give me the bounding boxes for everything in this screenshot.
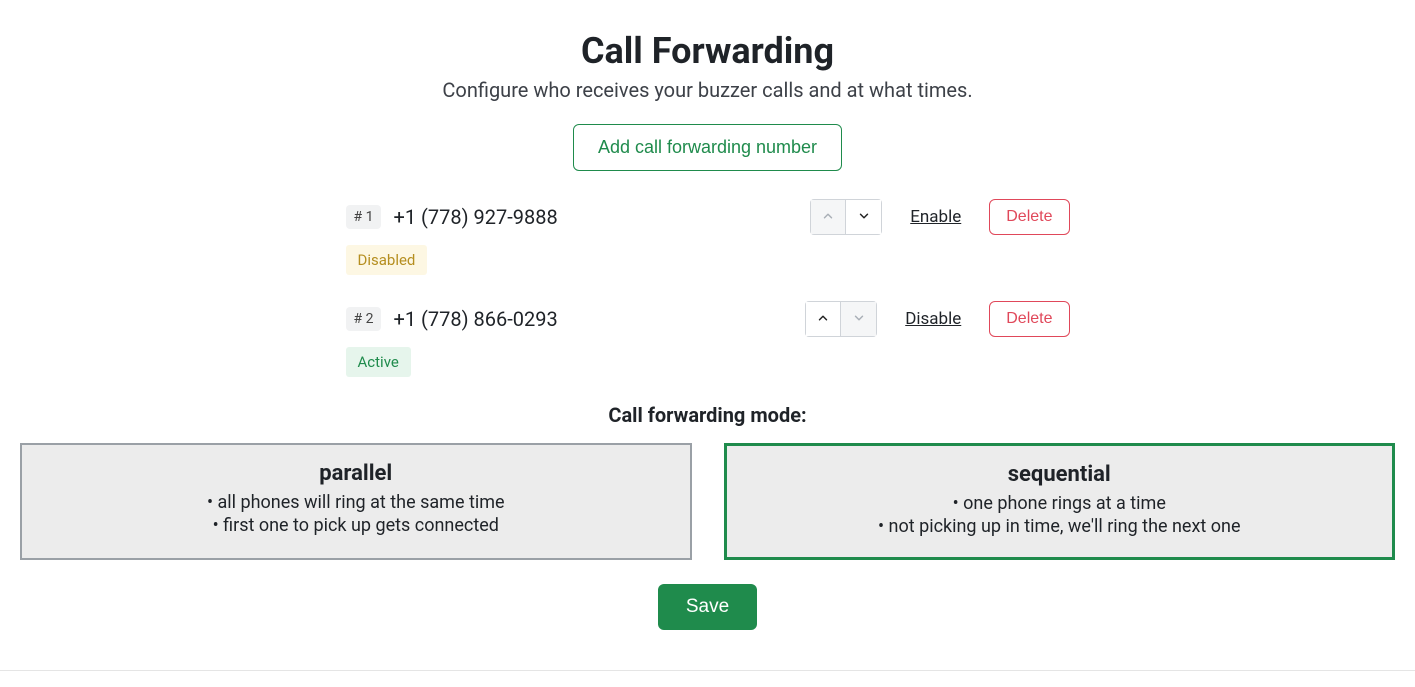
- order-badge: # 1: [346, 205, 382, 229]
- mode-line: • first one to pick up gets connected: [42, 515, 670, 536]
- mode-line: • all phones will ring at the same time: [42, 492, 670, 513]
- mode-line: • one phone rings at a time: [747, 493, 1373, 514]
- move-up-button[interactable]: [805, 301, 841, 337]
- phone-number: +1 (778) 866-0293: [393, 307, 557, 331]
- mode-options: parallel • all phones will ring at the s…: [10, 443, 1405, 560]
- order-badge: # 2: [346, 307, 382, 331]
- move-down-button[interactable]: [846, 199, 882, 235]
- forwarding-number-row: # 2 +1 (778) 866-0293 Disable Delete: [346, 301, 1070, 337]
- page-title: Call Forwarding: [10, 30, 1405, 72]
- mode-heading: sequential: [747, 462, 1373, 487]
- enable-toggle-link[interactable]: Enable: [910, 207, 961, 227]
- add-forwarding-number-button[interactable]: Add call forwarding number: [573, 124, 842, 171]
- forwarding-number-row: # 1 +1 (778) 927-9888 Enable Delete: [346, 199, 1070, 235]
- chevron-up-icon: [821, 208, 835, 227]
- chevron-down-icon: [852, 310, 866, 329]
- reorder-controls: [805, 301, 877, 337]
- mode-section-title: Call forwarding mode:: [10, 403, 1405, 427]
- disable-toggle-link[interactable]: Disable: [905, 309, 961, 329]
- move-down-button: [841, 301, 877, 337]
- page-subtitle: Configure who receives your buzzer calls…: [10, 78, 1405, 102]
- delete-button[interactable]: Delete: [989, 301, 1069, 337]
- delete-button[interactable]: Delete: [989, 199, 1069, 235]
- move-up-button: [810, 199, 846, 235]
- reorder-controls: [810, 199, 882, 235]
- status-badge: Active: [346, 347, 411, 377]
- mode-heading: parallel: [42, 461, 670, 486]
- status-badge: Disabled: [346, 245, 428, 275]
- chevron-up-icon: [816, 310, 830, 329]
- forwarding-numbers-list: # 1 +1 (778) 927-9888 Enable Delete D: [346, 199, 1070, 377]
- save-button[interactable]: Save: [658, 584, 757, 630]
- mode-option-parallel[interactable]: parallel • all phones will ring at the s…: [20, 443, 692, 560]
- chevron-down-icon: [857, 208, 871, 227]
- phone-number: +1 (778) 927-9888: [393, 205, 557, 229]
- mode-option-sequential[interactable]: sequential • one phone rings at a time •…: [724, 443, 1396, 560]
- mode-line: • not picking up in time, we'll ring the…: [747, 516, 1373, 537]
